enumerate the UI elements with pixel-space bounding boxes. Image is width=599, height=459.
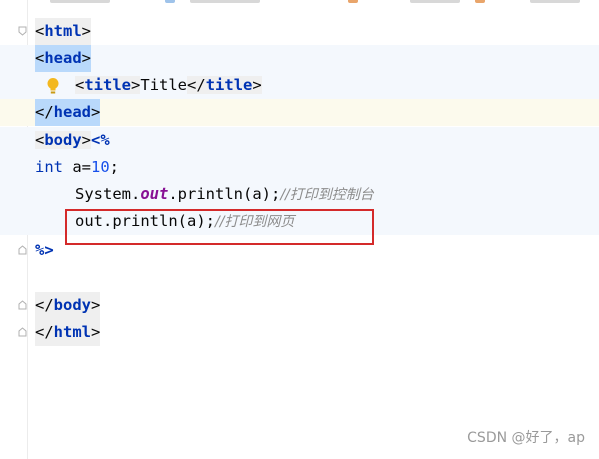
code-line-empty[interactable] (0, 264, 599, 291)
code-line-int-declaration[interactable]: int a=10; (0, 154, 599, 181)
system-println-statement: System.out.println(a);//打印到控制台 (75, 185, 374, 203)
code-line-head-close[interactable]: </head> (0, 99, 599, 126)
code-line-title[interactable]: <title>Title</title> (0, 72, 599, 99)
html-close-tag: </html> (35, 319, 101, 346)
body-open-tag: <body><% (35, 131, 110, 149)
head-open-tag: <head> (35, 45, 92, 72)
annotation-highlight-box (65, 209, 374, 245)
code-line-html-close[interactable]: </html> (0, 319, 599, 346)
code-line-html-open[interactable]: <html> (0, 18, 599, 45)
title-element: <title>Title</title> (75, 76, 262, 94)
html-open-tag: <html> (35, 18, 92, 45)
lightbulb-icon[interactable] (46, 77, 60, 95)
code-line-body-open[interactable]: <body><% (0, 127, 599, 154)
code-line-body-close[interactable]: </body> (0, 292, 599, 319)
head-close-tag: </head> (35, 99, 101, 126)
watermark: CSDN @好了，ap (467, 430, 585, 446)
code-line-system-println[interactable]: System.out.println(a);//打印到控制台 (0, 181, 599, 208)
int-declaration: int a=10; (35, 158, 120, 176)
code-editor[interactable]: <html> <head> <title>Title</title> </hea… (0, 0, 599, 459)
previous-line-fragment (30, 0, 599, 7)
code-line-head-open[interactable]: <head> (0, 45, 599, 72)
scriptlet-close: %> (35, 241, 54, 259)
body-close-tag: </body> (35, 292, 101, 319)
